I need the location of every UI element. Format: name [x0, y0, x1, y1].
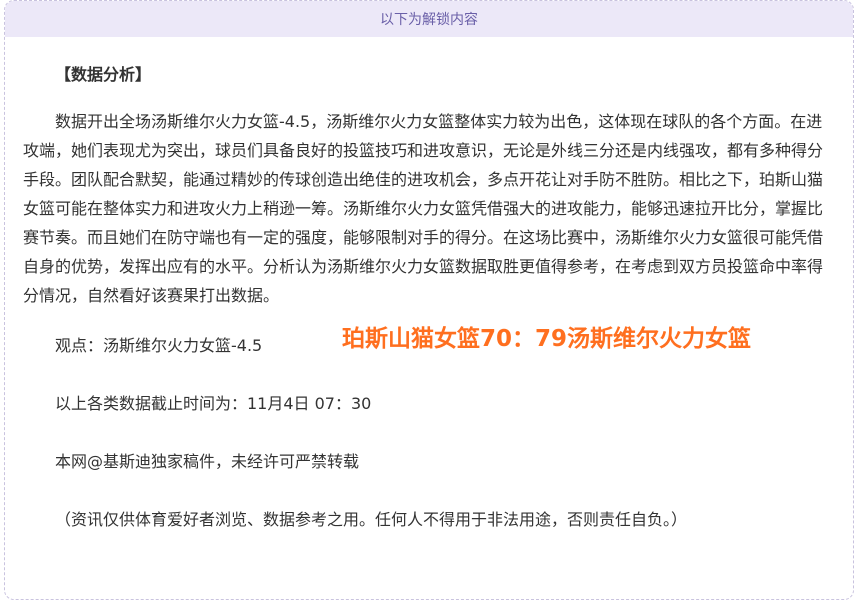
disclaimer-text: （资讯仅供体育爱好者浏览、数据参考之用。任何人不得用于非法用途，否则责任自负。） — [55, 510, 688, 529]
unlock-banner: 以下为解锁内容 — [5, 1, 853, 37]
deadline-line: 以上各类数据截止时间为：11月4日 07：30 — [55, 394, 372, 413]
analysis-paragraph: 数据开出全场汤斯维尔火力女篮-4.5，汤斯维尔火力女篮整体实力较为出色，这体现在… — [23, 112, 824, 305]
copyright-notice: 本网@基斯迪独家稿件，未经许可严禁转载 — [55, 452, 360, 471]
unlock-banner-text: 以下为解锁内容 — [380, 12, 478, 28]
article-content: 【数据分析】 数据开出全场汤斯维尔火力女篮-4.5，汤斯维尔火力女篮整体实力较为… — [23, 60, 833, 534]
final-score-overlay: 珀斯山猫女篮70：79汤斯维尔火力女篮 — [342, 326, 752, 352]
section-heading: 【数据分析】 — [55, 65, 152, 84]
